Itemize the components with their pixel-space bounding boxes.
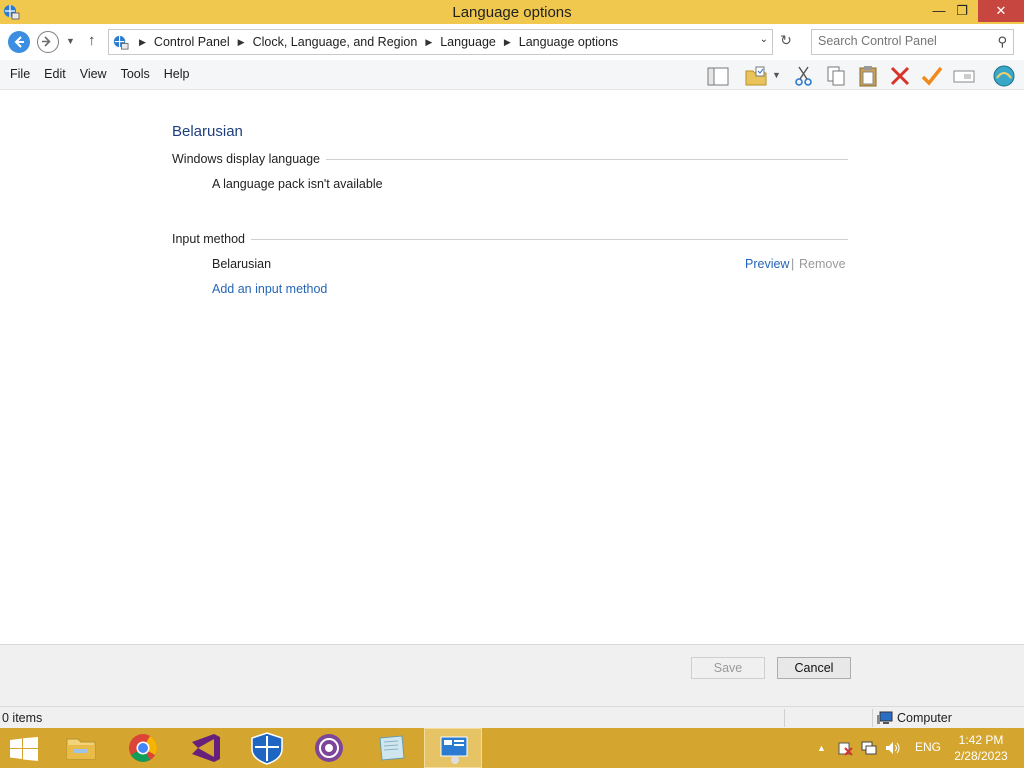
input-method-name: Belarusian [212, 257, 272, 271]
preview-link[interactable]: Preview [745, 257, 789, 271]
chrome-icon [129, 734, 157, 762]
volume-icon[interactable] [885, 740, 901, 756]
layout-pane-icon[interactable] [706, 64, 730, 88]
breadcrumb-clock-language-region[interactable]: Clock, Language, and Region [253, 35, 418, 49]
breadcrumb-language[interactable]: Language [440, 35, 496, 49]
section-divider [172, 239, 848, 240]
search-icon[interactable]: ⚲ [997, 34, 1007, 50]
link-separator: | [791, 257, 795, 271]
folder-options-icon[interactable] [744, 64, 768, 88]
forward-button[interactable] [37, 31, 59, 53]
chevron-right-icon[interactable]: ▶ [504, 37, 511, 48]
menu-bar: File Edit View Tools Help ▼ [0, 60, 1024, 90]
refresh-button[interactable]: ↻ [776, 32, 796, 52]
status-divider [784, 709, 785, 727]
computer-icon [877, 711, 893, 724]
taskbar-tor-browser[interactable] [300, 728, 358, 768]
forward-arrow-icon [42, 36, 51, 47]
window-title: Language options [452, 4, 572, 21]
toolbar: ▼ [700, 62, 1024, 88]
network-icon[interactable] [861, 740, 877, 756]
security-zone-label: Computer [897, 711, 952, 725]
search-input[interactable] [818, 34, 988, 48]
taskbar-visual-studio[interactable] [176, 728, 234, 768]
taskbar-control-panel[interactable] [424, 728, 482, 768]
windows-start-icon[interactable] [10, 737, 38, 761]
close-button[interactable]: ✕ [978, 0, 1024, 22]
taskbar: ▲ ENG 1:42 PM 2/28/2023 [0, 728, 1024, 768]
properties-check-icon[interactable] [920, 64, 944, 88]
back-arrow-icon [14, 36, 24, 48]
clock-time: 1:42 PM [958, 733, 1004, 747]
file-explorer-icon [66, 738, 96, 760]
menu-edit[interactable]: Edit [44, 67, 66, 81]
status-bar: 0 items Computer [0, 706, 1024, 728]
show-hidden-icons-chevron-up-icon[interactable]: ▲ [817, 743, 826, 753]
status-divider [872, 709, 873, 727]
chevron-right-icon[interactable]: ▶ [238, 37, 245, 48]
taskbar-file-explorer[interactable] [52, 728, 110, 768]
rename-icon[interactable] [952, 64, 976, 88]
back-button[interactable] [8, 31, 30, 53]
address-bar[interactable]: ▶ Control Panel ▶ Clock, Language, and R… [108, 29, 773, 55]
shell-icon[interactable] [992, 64, 1016, 88]
taskbar-notepad[interactable] [362, 728, 420, 768]
tor-browser-icon [315, 734, 343, 762]
paste-icon[interactable] [856, 64, 880, 88]
chevron-right-icon[interactable]: ▶ [425, 37, 432, 48]
save-button[interactable]: Save [691, 657, 765, 679]
display-language-heading: Windows display language [172, 152, 327, 166]
clock-date: 2/28/2023 [954, 749, 1008, 763]
shield-icon [251, 732, 283, 765]
language-pack-status: A language pack isn't available [212, 177, 383, 191]
clock[interactable]: 1:42 PM 2/28/2023 [950, 732, 1012, 764]
copy-icon[interactable] [824, 64, 848, 88]
input-method-section: Input method [172, 232, 848, 248]
restore-button[interactable]: ❐ [947, 0, 977, 22]
content-pane: Belarusian Windows display language A la… [0, 91, 1024, 644]
menu-file[interactable]: File [10, 67, 30, 81]
command-area: Save Cancel [0, 644, 1024, 706]
address-dropdown-button[interactable]: ⌄ [760, 34, 768, 45]
item-count: 0 items [2, 711, 43, 725]
cancel-button[interactable]: Cancel [777, 657, 851, 679]
input-language-indicator[interactable]: ENG [915, 740, 941, 754]
control-panel-icon [113, 35, 129, 50]
breadcrumb-control-panel[interactable]: Control Panel [154, 35, 230, 49]
visual-studio-icon [192, 734, 220, 762]
up-button[interactable]: ↑ [88, 32, 96, 49]
control-panel-icon [440, 736, 468, 764]
remove-link[interactable]: Remove [799, 257, 846, 271]
menu-tools[interactable]: Tools [121, 67, 150, 81]
notepad-icon [379, 735, 405, 761]
chevron-right-icon[interactable]: ▶ [139, 37, 146, 48]
breadcrumb-language-options[interactable]: Language options [519, 35, 618, 49]
title-bar: Language options — ❐ ✕ [0, 0, 1024, 24]
delete-icon[interactable] [888, 64, 912, 88]
menu-help[interactable]: Help [164, 67, 190, 81]
taskbar-chrome[interactable] [114, 728, 172, 768]
cut-icon[interactable] [792, 64, 816, 88]
navigation-bar: ▼ ↑ ▶ Control Panel ▶ Clock, Language, a… [0, 24, 1024, 60]
recent-locations-dropdown[interactable]: ▼ [66, 36, 75, 46]
breadcrumb: ▶ Control Panel ▶ Clock, Language, and R… [131, 30, 618, 54]
taskbar-windows-defender[interactable] [238, 728, 296, 768]
add-input-method-link[interactable]: Add an input method [212, 282, 327, 296]
search-box[interactable]: ⚲ [811, 29, 1014, 55]
language-title: Belarusian [172, 123, 243, 140]
input-method-heading: Input method [172, 232, 251, 246]
menu-view[interactable]: View [80, 67, 107, 81]
display-language-section: Windows display language [172, 152, 848, 168]
action-center-icon[interactable] [837, 740, 853, 756]
